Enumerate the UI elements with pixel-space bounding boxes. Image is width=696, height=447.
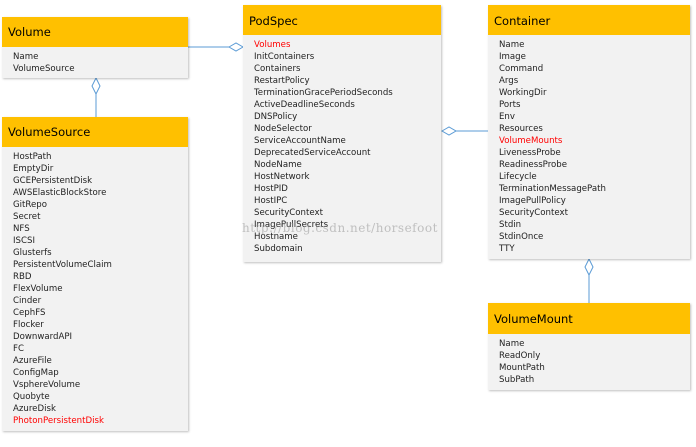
field-item: FC: [13, 344, 24, 354]
field-item: SubPath: [499, 375, 535, 385]
field-item: HostNetwork: [254, 172, 310, 182]
field-item: Name: [13, 52, 39, 62]
field-item: StdinOnce: [499, 232, 544, 242]
field-item: Args: [499, 76, 519, 86]
field-item: AzureFile: [13, 356, 52, 366]
field-item: VolumeSource: [13, 64, 75, 74]
container-field-list: Name Image Command Args WorkingDir Ports Env Re…: [488, 35, 690, 255]
field-item: DownwardAPI: [13, 332, 73, 342]
field-item: ActiveDeadlineSeconds: [254, 100, 355, 110]
field-item: NFS: [13, 224, 30, 234]
field-item: VsphereVolume: [13, 380, 81, 390]
field-item: CephFS: [13, 308, 46, 318]
volume-field-list: Name VolumeSource: [2, 47, 188, 75]
field-item: ServiceAccountName: [254, 136, 346, 146]
field-item: NodeName: [254, 160, 302, 170]
connector-volumemount-container: [584, 257, 594, 303]
field-item: ImagePullPolicy: [499, 196, 566, 206]
field-item: InitContainers: [254, 52, 315, 62]
field-item: NodeSelector: [254, 124, 312, 134]
field-item: AzureDisk: [13, 404, 56, 414]
field-item: Flocker: [13, 320, 44, 330]
podspec-class-title: PodSpec: [243, 5, 441, 35]
field-item: Glusterfs: [13, 248, 52, 258]
field-item: Containers: [254, 64, 301, 74]
field-item: Command: [499, 64, 544, 74]
field-item: Quobyte: [13, 392, 50, 402]
field-item: Ports: [499, 100, 521, 110]
field-item: Image: [499, 52, 526, 62]
field-item: Secret: [13, 212, 41, 222]
field-item: Subdomain: [254, 244, 303, 254]
field-item: GCEPersistentDisk: [13, 176, 93, 186]
field-item: HostPath: [13, 152, 52, 162]
field-item: GitRepo: [13, 200, 48, 210]
field-item: TerminationMessagePath: [499, 184, 606, 194]
watermark-text: http://blog.csdn.net/horsefoot: [242, 221, 438, 235]
field-item: VolumeMounts: [499, 136, 563, 146]
container-class-title: Container: [488, 5, 690, 35]
field-item: FlexVolume: [13, 284, 63, 294]
field-item: Lifecycle: [499, 172, 537, 182]
field-item: Cinder: [13, 296, 42, 306]
connector-container-podspec: [440, 126, 488, 136]
field-item: ReadinessProbe: [499, 160, 568, 170]
field-item: WorkingDir: [499, 88, 547, 98]
volumesource-class-box: VolumeSource HostPath EmptyDir GCEPersiste…: [2, 117, 188, 431]
field-item: TTY: [499, 244, 515, 254]
volumesource-class-title: VolumeSource: [2, 117, 188, 147]
field-item: ISCSI: [13, 236, 35, 246]
field-item: SecurityContext: [254, 208, 323, 218]
volumemount-field-list: Name ReadOnly MountPath SubPath: [488, 334, 690, 386]
volume-class-title: Volume: [2, 17, 188, 47]
field-item: LivenessProbe: [499, 148, 561, 158]
field-item: Volumes: [254, 40, 291, 50]
volumemount-class-box: VolumeMount Name ReadOnly MountPath SubPath: [488, 303, 690, 390]
field-item: HostIPC: [254, 196, 288, 206]
volumemount-class-title: VolumeMount: [488, 303, 690, 334]
field-item: Env: [499, 112, 515, 122]
field-item: ConfigMap: [13, 368, 59, 378]
field-item: DeprecatedServiceAccount: [254, 148, 371, 158]
field-item: AWSElasticBlockStore: [13, 188, 107, 198]
field-item: PhotonPersistentDisk: [13, 416, 104, 426]
field-item: DNSPolicy: [254, 112, 298, 122]
volume-class-box: Volume Name VolumeSource: [2, 17, 188, 78]
field-item: Stdin: [499, 220, 522, 230]
field-item: Resources: [499, 124, 543, 134]
connector-volume-podspec: [187, 42, 245, 52]
field-item: MountPath: [499, 363, 545, 373]
field-item: HostPID: [254, 184, 288, 194]
field-item: ReadOnly: [499, 351, 541, 361]
volumesource-field-list: HostPath EmptyDir GCEPersistentDisk AWSElas…: [2, 147, 188, 427]
container-class-box: Container Name Image Command Args WorkingDir…: [488, 5, 690, 259]
field-item: RBD: [13, 272, 32, 282]
field-item: PersistentVolumeClaim: [13, 260, 112, 270]
field-item: EmptyDir: [13, 164, 54, 174]
field-item: RestartPolicy: [254, 76, 310, 86]
field-item: Name: [499, 339, 525, 349]
field-item: TerminationGracePeriodSeconds: [254, 88, 393, 98]
field-item: SecurityContext: [499, 208, 568, 218]
connector-volumesource-volume: [91, 76, 101, 117]
field-item: Name: [499, 40, 525, 50]
